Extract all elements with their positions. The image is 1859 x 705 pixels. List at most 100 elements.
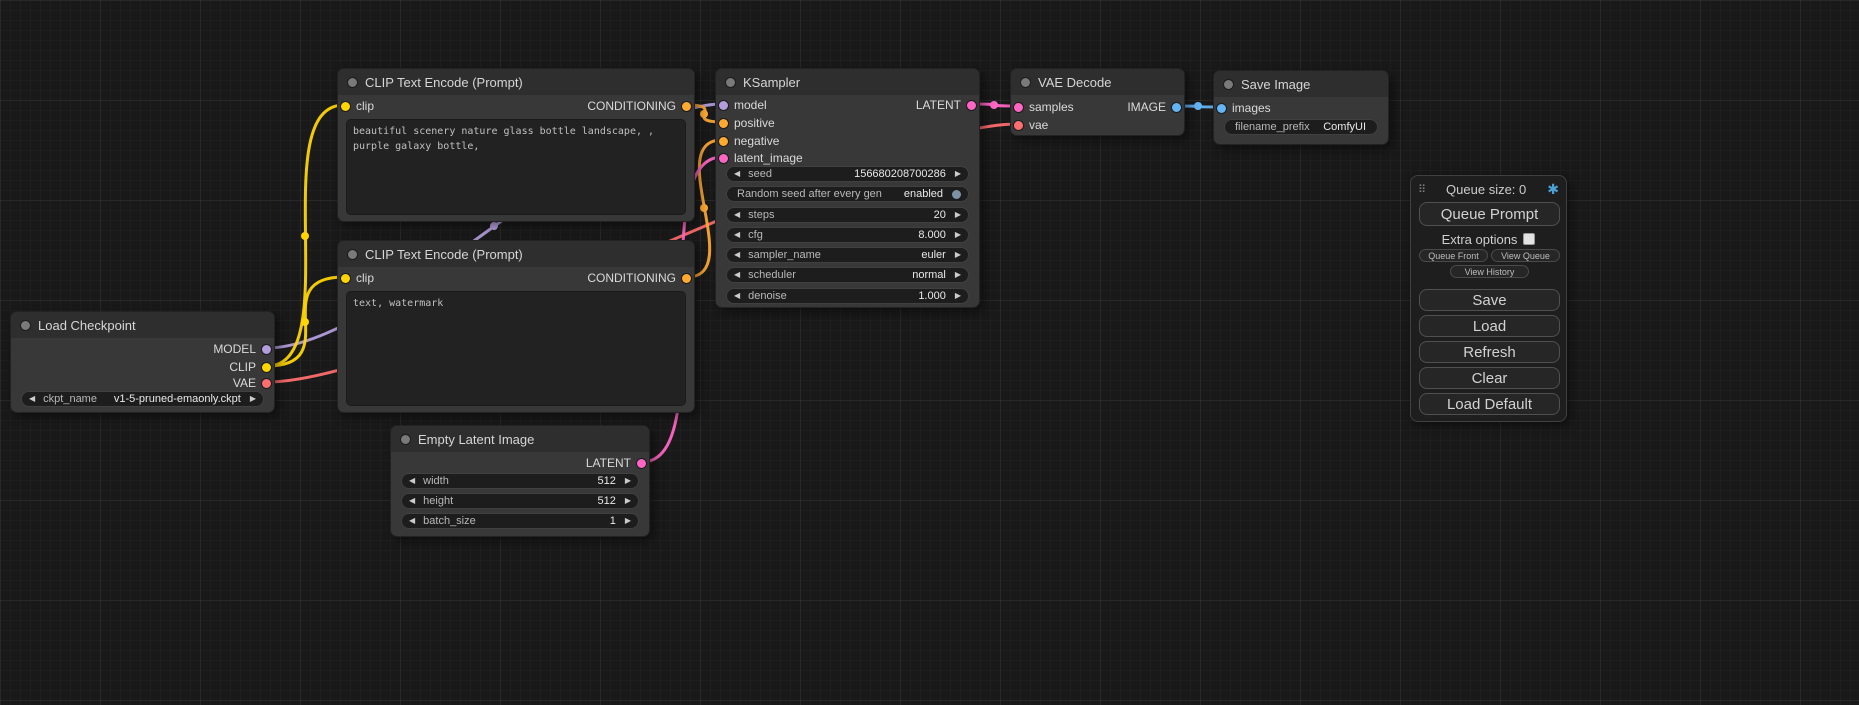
node-graph-canvas[interactable]: Load Checkpoint MODEL CLIP VAE ◀ ckpt_na… (0, 0, 1859, 705)
prev-arrow-icon[interactable]: ◀ (734, 251, 740, 259)
refresh-button[interactable]: Refresh (1419, 341, 1560, 363)
settings-gear-icon[interactable]: ✱ (1547, 182, 1559, 196)
widget-sampler-name[interactable]: ◀ sampler_name euler ▶ (726, 247, 969, 263)
input-port-clip[interactable] (341, 102, 350, 111)
collapse-dot-icon[interactable] (1021, 78, 1030, 87)
widget-scheduler[interactable]: ◀ scheduler normal ▶ (726, 267, 969, 283)
input-port-samples[interactable] (1014, 103, 1023, 112)
node-titlebar[interactable]: Empty Latent Image (391, 426, 649, 452)
input-port-model[interactable] (719, 101, 728, 110)
next-arrow-icon[interactable]: ▶ (250, 395, 256, 403)
collapse-dot-icon[interactable] (348, 250, 357, 259)
widget-value: 512 (458, 495, 616, 507)
prev-arrow-icon[interactable]: ◀ (734, 211, 740, 219)
node-title: Empty Latent Image (418, 432, 534, 447)
input-port-negative[interactable] (719, 137, 728, 146)
view-queue-button[interactable]: View Queue (1491, 249, 1560, 262)
next-arrow-icon[interactable]: ▶ (955, 211, 961, 219)
collapse-dot-icon[interactable] (726, 78, 735, 87)
collapse-dot-icon[interactable] (1224, 80, 1233, 89)
next-arrow-icon[interactable]: ▶ (955, 170, 961, 178)
node-save-image[interactable]: Save Image images filename_prefix ComfyU… (1213, 70, 1389, 145)
prev-arrow-icon[interactable]: ◀ (409, 517, 415, 525)
widget-steps[interactable]: ◀ steps 20 ▶ (726, 207, 969, 223)
node-titlebar[interactable]: Save Image (1214, 71, 1388, 97)
output-port-conditioning[interactable] (682, 274, 691, 283)
extra-options-checkbox[interactable] (1523, 233, 1535, 245)
slot-label: CLIP (229, 360, 256, 374)
next-arrow-icon[interactable]: ▶ (625, 517, 631, 525)
input-port-positive[interactable] (719, 119, 728, 128)
output-port-latent[interactable] (967, 101, 976, 110)
widget-cfg[interactable]: ◀ cfg 8.000 ▶ (726, 227, 969, 243)
output-port-latent[interactable] (637, 459, 646, 468)
wire-dot-clip-negative (301, 318, 309, 326)
load-button[interactable]: Load (1419, 315, 1560, 337)
collapse-dot-icon[interactable] (401, 435, 410, 444)
prev-arrow-icon[interactable]: ◀ (734, 231, 740, 239)
load-default-button[interactable]: Load Default (1419, 393, 1560, 415)
output-port-image[interactable] (1172, 103, 1181, 112)
queue-front-button[interactable]: Queue Front (1419, 249, 1488, 262)
input-port-vae[interactable] (1014, 121, 1023, 130)
output-port-conditioning[interactable] (682, 102, 691, 111)
node-titlebar[interactable]: CLIP Text Encode (Prompt) (338, 241, 694, 267)
widget-width[interactable]: ◀ width 512 ▶ (401, 473, 639, 489)
node-titlebar[interactable]: CLIP Text Encode (Prompt) (338, 69, 694, 95)
next-arrow-icon[interactable]: ▶ (625, 497, 631, 505)
widget-label: ckpt_name (43, 393, 97, 405)
collapse-dot-icon[interactable] (21, 321, 30, 330)
output-port-model[interactable] (262, 345, 271, 354)
widget-label: height (423, 495, 453, 507)
node-vae-decode[interactable]: VAE Decode samples vae IMAGE (1010, 68, 1185, 136)
prompt-textarea[interactable]: text, watermark (346, 291, 686, 406)
widget-height[interactable]: ◀ height 512 ▶ (401, 493, 639, 509)
clear-button[interactable]: Clear (1419, 367, 1560, 389)
queue-prompt-button[interactable]: Queue Prompt (1419, 202, 1560, 226)
node-titlebar[interactable]: KSampler (716, 69, 979, 95)
node-clip-text-encode-negative[interactable]: CLIP Text Encode (Prompt) clip CONDITION… (337, 240, 695, 413)
widget-ckpt-name[interactable]: ◀ ckpt_name v1-5-pruned-emaonly.ckpt ▶ (21, 391, 264, 407)
prev-arrow-icon[interactable]: ◀ (409, 497, 415, 505)
output-slot-model: MODEL (213, 342, 271, 356)
toggle-dot-icon[interactable] (952, 190, 961, 199)
input-port-images[interactable] (1217, 104, 1226, 113)
widget-label: seed (748, 168, 772, 180)
widget-denoise[interactable]: ◀ denoise 1.000 ▶ (726, 288, 969, 304)
prev-arrow-icon[interactable]: ◀ (734, 271, 740, 279)
slot-label: images (1232, 101, 1271, 115)
node-titlebar[interactable]: Load Checkpoint (11, 312, 274, 338)
prev-arrow-icon[interactable]: ◀ (409, 477, 415, 485)
widget-batch-size[interactable]: ◀ batch_size 1 ▶ (401, 513, 639, 529)
save-button[interactable]: Save (1419, 289, 1560, 311)
output-slot-vae: VAE (233, 376, 271, 390)
output-port-vae[interactable] (262, 379, 271, 388)
node-titlebar[interactable]: VAE Decode (1011, 69, 1184, 95)
next-arrow-icon[interactable]: ▶ (955, 231, 961, 239)
prompt-textarea[interactable]: beautiful scenery nature glass bottle la… (346, 119, 686, 215)
queue-menu-panel[interactable]: ⠿ Queue size: 0 ✱ Queue Prompt Extra opt… (1410, 175, 1567, 422)
input-port-latent-image[interactable] (719, 154, 728, 163)
prev-arrow-icon[interactable]: ◀ (734, 292, 740, 300)
next-arrow-icon[interactable]: ▶ (625, 477, 631, 485)
view-history-button[interactable]: View History (1450, 265, 1529, 278)
prev-arrow-icon[interactable]: ◀ (29, 395, 35, 403)
prev-arrow-icon[interactable]: ◀ (734, 170, 740, 178)
widget-label: steps (748, 209, 774, 221)
node-ksampler[interactable]: KSampler model positive negative latent_… (715, 68, 980, 308)
node-load-checkpoint[interactable]: Load Checkpoint MODEL CLIP VAE ◀ ckpt_na… (10, 311, 275, 413)
widget-seed[interactable]: ◀ seed 156680208700286 ▶ (726, 166, 969, 182)
widget-label: denoise (748, 290, 787, 302)
widget-filename-prefix[interactable]: filename_prefix ComfyUI (1224, 119, 1378, 135)
widget-label: filename_prefix (1235, 121, 1310, 133)
collapse-dot-icon[interactable] (348, 78, 357, 87)
next-arrow-icon[interactable]: ▶ (955, 251, 961, 259)
input-port-clip[interactable] (341, 274, 350, 283)
widget-random-seed-toggle[interactable]: Random seed after every gen enabled (726, 186, 969, 202)
node-clip-text-encode-positive[interactable]: CLIP Text Encode (Prompt) clip CONDITION… (337, 68, 695, 222)
next-arrow-icon[interactable]: ▶ (955, 271, 961, 279)
drag-handle-icon[interactable]: ⠿ (1418, 183, 1425, 196)
node-empty-latent-image[interactable]: Empty Latent Image LATENT ◀ width 512 ▶ … (390, 425, 650, 537)
output-port-clip[interactable] (262, 363, 271, 372)
next-arrow-icon[interactable]: ▶ (955, 292, 961, 300)
